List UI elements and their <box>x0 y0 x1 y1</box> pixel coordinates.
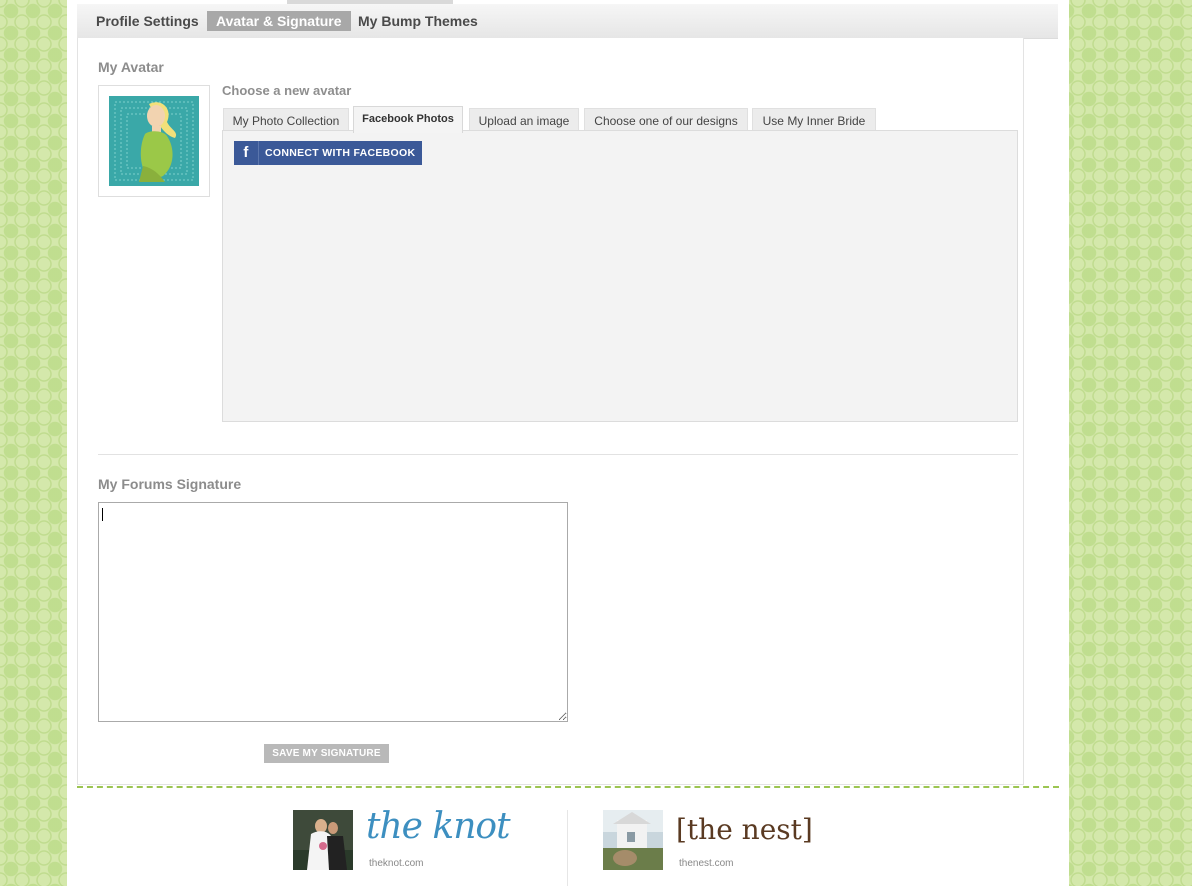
knot-url[interactable]: theknot.com <box>369 858 423 869</box>
tab-avatar-signature[interactable]: Avatar & Signature <box>207 11 351 31</box>
tab-bar-highlight <box>287 0 453 4</box>
footer-separator <box>567 810 568 886</box>
choose-avatar-label: Choose a new avatar <box>222 83 352 98</box>
nest-logo[interactable]: [the nest] <box>676 813 813 846</box>
footer-divider <box>77 786 1059 788</box>
page-container: Profile Settings Avatar & Signature My B… <box>67 0 1069 886</box>
current-avatar <box>98 85 210 197</box>
avatar-heading: My Avatar <box>98 59 164 75</box>
knot-logo[interactable]: the knot <box>366 806 511 847</box>
tab-photo-collection[interactable]: My Photo Collection <box>223 108 349 132</box>
knot-thumbnail[interactable] <box>293 810 353 870</box>
tab-profile-settings[interactable]: Profile Settings <box>87 11 208 31</box>
signature-heading: My Forums Signature <box>98 476 242 492</box>
tab-choose-design[interactable]: Choose one of our designs <box>584 108 748 132</box>
save-signature-button[interactable]: SAVE MY SIGNATURE <box>264 744 389 763</box>
nest-thumbnail[interactable] <box>603 810 663 870</box>
avatar-image <box>109 96 199 186</box>
tab-upload-image[interactable]: Upload an image <box>469 108 579 132</box>
facebook-icon: f <box>234 141 259 165</box>
profile-tab-bar: Profile Settings Avatar & Signature My B… <box>77 0 1058 39</box>
nest-url[interactable]: thenest.com <box>679 858 733 869</box>
nest-logo-text: [the nest] <box>676 813 813 846</box>
signature-textarea[interactable] <box>98 502 568 722</box>
connect-facebook-button[interactable]: f CONNECT WITH FACEBOOK <box>234 141 422 165</box>
content-panel: My Avatar Choose a new avatar My Photo C… <box>77 38 1024 785</box>
tab-bump-themes[interactable]: My Bump Themes <box>349 11 487 31</box>
connect-facebook-label: CONNECT WITH FACEBOOK <box>265 147 416 159</box>
text-cursor <box>102 508 103 521</box>
knot-logo-text: the knot <box>366 806 511 847</box>
section-divider <box>98 454 1018 455</box>
tab-facebook-photos[interactable]: Facebook Photos <box>353 106 463 133</box>
facebook-photos-panel: f CONNECT WITH FACEBOOK <box>222 130 1018 422</box>
tab-inner-bride[interactable]: Use My Inner Bride <box>752 108 876 132</box>
